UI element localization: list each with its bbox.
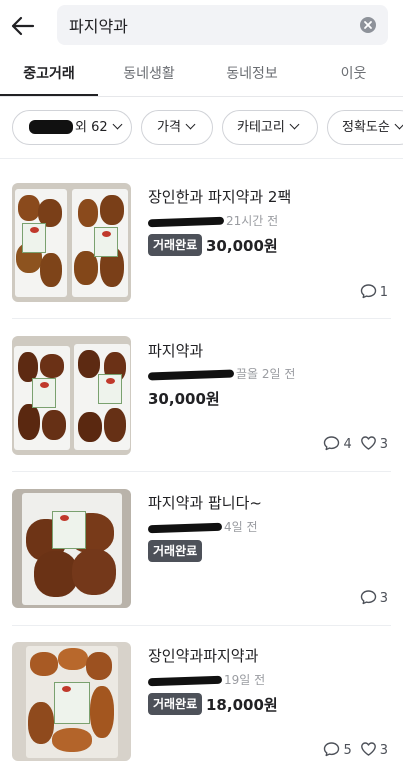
listing-divider [12, 318, 391, 319]
chat-count: 5 [323, 741, 352, 758]
redacted-location [147, 522, 223, 533]
tab-neighbors[interactable]: 이웃 [304, 54, 403, 97]
redacted-location [147, 216, 225, 227]
redacted-location [29, 119, 73, 134]
search-header [0, 0, 403, 54]
chat-bubble-icon [324, 742, 340, 757]
listing-price: 30,000원 [148, 390, 220, 408]
like-count: 3 [360, 741, 388, 758]
status-badge: 거래완료 [148, 693, 203, 715]
chat-count: 4 [323, 435, 352, 452]
listing-image[interactable] [12, 183, 131, 302]
listing-meta: 19일 전 [147, 671, 266, 687]
heart-icon [360, 436, 376, 450]
listing-time: 21시간 전 [226, 214, 279, 228]
listing-image[interactable] [12, 642, 131, 761]
chat-bubble-icon [360, 284, 376, 299]
status-badge: 거래완료 [148, 234, 203, 256]
listing-title: 파지약과 [148, 342, 204, 360]
category-filter-chip[interactable]: 카테고리 [222, 110, 318, 145]
listing-counts: 3 [360, 589, 388, 607]
close-icon [364, 21, 372, 29]
location-filter-label: 외 62 [75, 120, 108, 135]
price-filter-label: 가격 [157, 120, 181, 135]
arrow-left-icon [11, 16, 35, 36]
redacted-location [147, 369, 235, 380]
active-tab-indicator [0, 94, 98, 96]
chevron-down-icon [112, 119, 123, 130]
tab-used-goods[interactable]: 중고거래 [0, 54, 98, 97]
listing-image[interactable] [12, 336, 131, 455]
listing-title: 장인약과파지약과 [148, 647, 259, 665]
listing-meta: 끌올 2일 전 [147, 365, 296, 381]
chat-count: 1 [360, 283, 388, 300]
listing-time: 19일 전 [224, 673, 266, 687]
price-filter-chip[interactable]: 가격 [141, 110, 213, 145]
listing-title: 파지약과 팝니다~ [148, 494, 262, 512]
listing-image[interactable] [12, 489, 131, 608]
listing-divider [12, 625, 391, 626]
sort-filter-chip[interactable]: 정확도순 [327, 110, 403, 145]
listing-title: 장인한과 파지약과 2팩 [148, 188, 292, 206]
tab-bar: 중고거래 동네생활 동네정보 이웃 [0, 54, 403, 97]
like-count: 3 [360, 435, 388, 452]
listing-time: 4일 전 [224, 520, 258, 534]
filter-divider [0, 158, 403, 159]
filter-bar: 외 62 가격 카테고리 정확도순 [0, 108, 403, 150]
clear-search-button[interactable] [360, 17, 376, 33]
listing-time: 끌올 2일 전 [236, 367, 296, 381]
listing-counts: 1 [360, 283, 388, 301]
chevron-down-icon [289, 119, 300, 130]
tab-local-info[interactable]: 동네정보 [200, 54, 304, 97]
status-badge: 거래완료 [148, 540, 203, 562]
sort-filter-label: 정확도순 [342, 120, 390, 135]
back-button[interactable] [10, 13, 36, 39]
chevron-down-icon [394, 119, 403, 130]
category-filter-label: 카테고리 [237, 120, 285, 135]
listing-divider [12, 471, 391, 472]
listing-price: 18,000원 [206, 696, 278, 714]
search-input[interactable] [69, 5, 339, 45]
listing-price: 30,000원 [206, 237, 278, 255]
listing-meta: 4일 전 [147, 518, 258, 534]
heart-icon [360, 742, 376, 756]
chat-count: 3 [360, 589, 388, 606]
listing-counts: 53 [323, 741, 388, 759]
search-box[interactable] [57, 5, 388, 45]
listing-meta: 21시간 전 [147, 212, 279, 228]
listing-counts: 43 [323, 435, 388, 453]
tab-community[interactable]: 동네생활 [98, 54, 200, 97]
chat-bubble-icon [360, 590, 376, 605]
location-filter-chip[interactable]: 외 62 [12, 110, 132, 145]
redacted-location [147, 675, 223, 686]
chevron-down-icon [185, 119, 196, 130]
chat-bubble-icon [324, 436, 340, 451]
